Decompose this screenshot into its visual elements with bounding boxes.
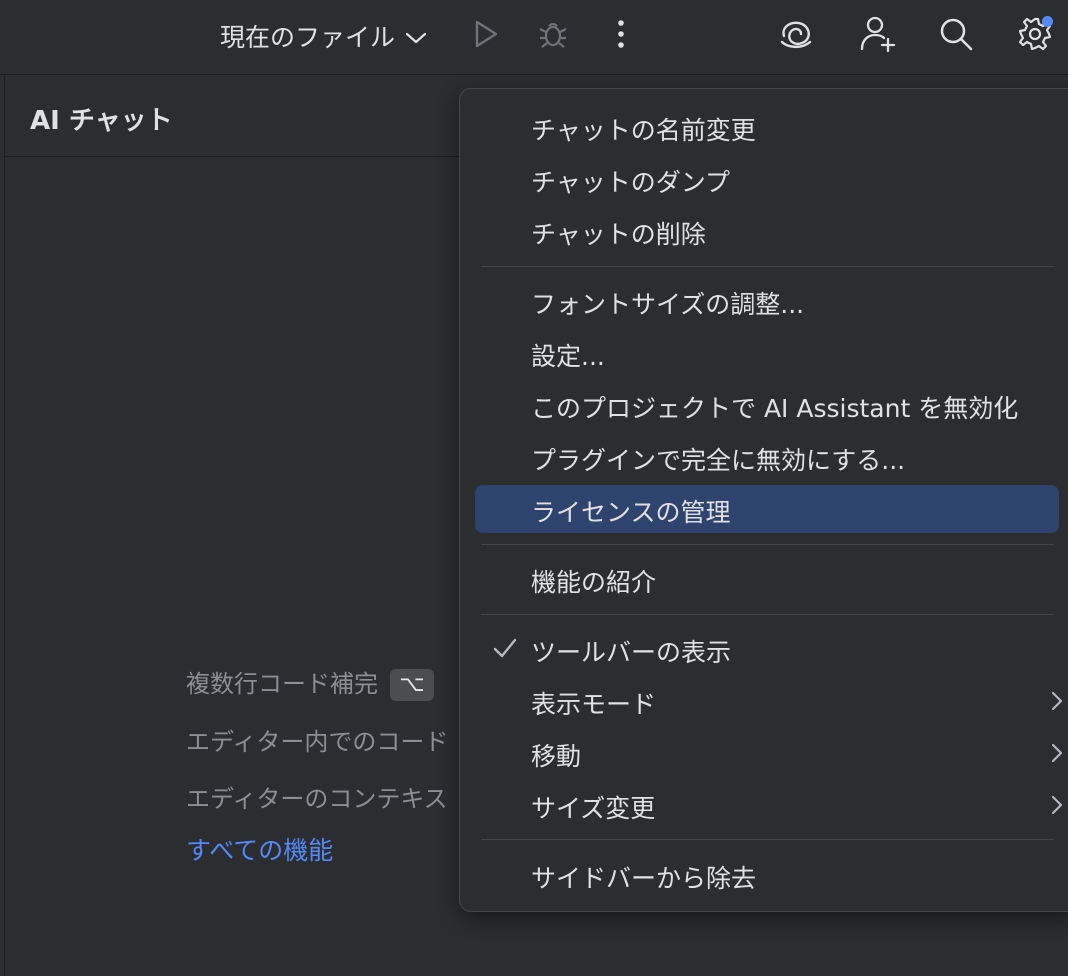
run-configuration-selector[interactable]: 現在のファイル xyxy=(220,18,427,54)
menu-item-label: サイズ変更 xyxy=(531,794,656,823)
chevron-down-icon xyxy=(405,22,427,51)
option-key-badge: ⌥ xyxy=(390,669,434,701)
menu-item-feature-tour[interactable]: 機能の紹介 xyxy=(475,555,1059,603)
menu-item-label: 表示モード xyxy=(531,690,657,719)
chevron-right-icon xyxy=(1051,743,1063,767)
debug-icon[interactable] xyxy=(533,14,573,54)
run-configuration-label: 現在のファイル xyxy=(220,23,396,52)
menu-separator xyxy=(481,614,1054,615)
feature-in-editor-code: エディター内でのコード xyxy=(186,728,449,756)
menu-item-label: このプロジェクトで AI Assistant を無効化 xyxy=(531,394,1019,423)
more-vertical-icon[interactable] xyxy=(601,14,641,54)
feature-editor-context: エディターのコンテキス xyxy=(186,785,448,813)
menu-item-label: ツールバーの表示 xyxy=(531,638,732,667)
menu-item-settings[interactable]: 設定... xyxy=(475,329,1059,377)
menu-item-rename-chat[interactable]: チャットの名前変更 xyxy=(475,103,1059,151)
chevron-right-icon xyxy=(1051,691,1063,715)
menu-item-show-toolbar[interactable]: ツールバーの表示 xyxy=(475,625,1059,673)
chevron-right-icon xyxy=(1051,795,1063,819)
menu-item-disable-for-project[interactable]: このプロジェクトで AI Assistant を無効化 xyxy=(475,381,1059,429)
menu-item-manage-license[interactable]: ライセンスの管理 xyxy=(475,485,1059,533)
panel-title: AI チャット xyxy=(30,106,173,136)
menu-separator xyxy=(481,839,1054,840)
menu-item-label: 機能の紹介 xyxy=(531,568,657,597)
run-icon[interactable] xyxy=(466,14,506,54)
top-toolbar: 現在のファイル xyxy=(0,0,1068,75)
panel-options-menu: チャットの名前変更 チャットのダンプ チャットの削除 フォントサイズの調整...… xyxy=(459,88,1068,912)
menu-item-delete-chat[interactable]: チャットの削除 xyxy=(475,207,1059,255)
menu-item-label: ライセンスの管理 xyxy=(531,498,731,527)
checkmark-icon xyxy=(493,637,517,663)
menu-separator xyxy=(481,544,1054,545)
menu-item-resize[interactable]: サイズ変更 xyxy=(475,781,1063,829)
feature-multiline-completion: 複数行コード補完 ⌥ xyxy=(186,664,434,701)
search-icon[interactable] xyxy=(936,14,976,54)
menu-item-label: サイドバーから除去 xyxy=(531,864,757,893)
menu-item-label: チャットのダンプ xyxy=(531,168,731,197)
all-features-link[interactable]: すべての機能 xyxy=(186,831,333,867)
menu-item-remove-from-sidebar[interactable]: サイドバーから除去 xyxy=(475,851,1059,899)
menu-item-label: チャットの削除 xyxy=(531,220,706,249)
menu-item-label: チャットの名前変更 xyxy=(531,116,756,145)
menu-separator xyxy=(481,266,1054,267)
menu-item-label: フォントサイズの調整... xyxy=(531,290,805,319)
add-user-icon[interactable] xyxy=(858,14,898,54)
menu-item-dump-chat[interactable]: チャットのダンプ xyxy=(475,155,1059,203)
notification-dot xyxy=(1042,16,1053,27)
menu-item-disable-plugin[interactable]: プラグインで完全に無効にする... xyxy=(475,433,1059,481)
menu-item-move[interactable]: 移動 xyxy=(475,729,1063,777)
settings-icon[interactable] xyxy=(1015,14,1055,54)
menu-item-view-mode[interactable]: 表示モード xyxy=(475,677,1063,725)
menu-item-label: 設定... xyxy=(531,342,605,371)
menu-item-label: 移動 xyxy=(531,742,582,771)
ai-assistant-icon[interactable] xyxy=(776,14,816,54)
menu-item-label: プラグインで完全に無効にする... xyxy=(531,446,906,475)
feature-label: 複数行コード補完 xyxy=(186,670,378,698)
menu-item-adjust-font-size[interactable]: フォントサイズの調整... xyxy=(475,277,1059,325)
